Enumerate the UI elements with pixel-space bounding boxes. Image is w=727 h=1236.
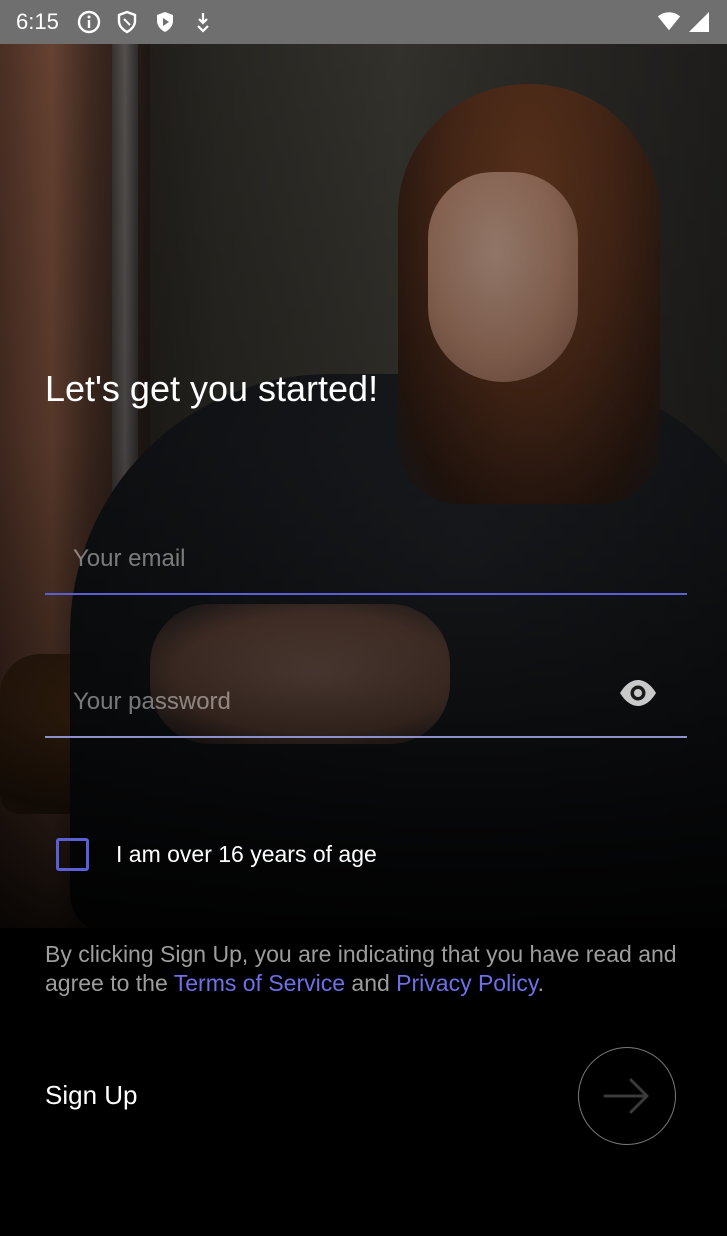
page-title: Let's get you started!: [45, 368, 379, 409]
arrow-right-icon: [603, 1078, 649, 1114]
download-icon: [191, 10, 215, 34]
status-time: 6:15: [16, 9, 59, 34]
eye-icon[interactable]: [617, 672, 659, 714]
privacy-policy-link[interactable]: Privacy Policy: [396, 970, 537, 996]
status-icons-right: [657, 10, 711, 34]
signup-label: Sign Up: [45, 1080, 138, 1110]
age-checkbox[interactable]: [56, 838, 89, 871]
legal-suffix: .: [537, 970, 544, 996]
signup-button[interactable]: [578, 1047, 676, 1145]
wifi-icon: [657, 10, 681, 34]
email-field[interactable]: [73, 545, 593, 573]
play-shield-icon: [153, 10, 177, 34]
signal-icon: [687, 10, 711, 34]
age-checkbox-label: I am over 16 years of age: [116, 841, 377, 867]
shield-icon: [115, 10, 139, 34]
legal-text: By clicking Sign Up, you are indicating …: [45, 940, 685, 998]
info-icon: [77, 10, 101, 34]
status-bar: 6:15: [0, 0, 727, 44]
password-field-container: [45, 658, 687, 738]
email-field-container: [45, 515, 687, 595]
age-checkbox-row[interactable]: I am over 16 years of age: [56, 838, 377, 871]
hero-overlay: [0, 44, 727, 928]
status-icons-left: [77, 10, 215, 34]
legal-middle: and: [345, 970, 397, 996]
signup-screen: 6:15 Let's get you started! Your email I…: [0, 0, 727, 1236]
password-field[interactable]: [73, 688, 593, 716]
terms-of-service-link[interactable]: Terms of Service: [174, 970, 345, 996]
hero-photo: [0, 44, 727, 928]
